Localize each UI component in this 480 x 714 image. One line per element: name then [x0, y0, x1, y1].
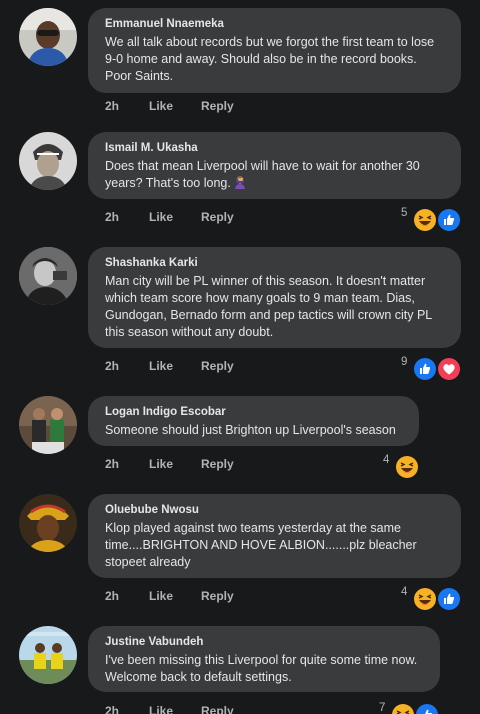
- comment-timestamp[interactable]: 2h: [105, 210, 119, 224]
- comment-text-content: Does that mean Liverpool will have to wa…: [105, 159, 424, 190]
- like-button[interactable]: Like: [149, 359, 173, 373]
- comment-feed: Emmanuel Nnaemeka We all talk about reco…: [0, 0, 480, 714]
- comment-author[interactable]: Justine Vabundeh: [105, 635, 423, 650]
- avatar[interactable]: [19, 8, 77, 66]
- avatar[interactable]: [19, 626, 77, 684]
- reply-button[interactable]: Reply: [201, 457, 234, 471]
- comment-timestamp[interactable]: 2h: [105, 359, 119, 373]
- comment-timestamp[interactable]: 2h: [105, 99, 119, 113]
- reaction-summary[interactable]: 4: [400, 586, 464, 612]
- comment-timestamp[interactable]: 2h: [105, 457, 119, 471]
- comment-bubble: Shashanka Karki Man city will be PL winn…: [88, 247, 461, 348]
- comment-item: Emmanuel Nnaemeka We all talk about reco…: [0, 8, 480, 120]
- reply-button[interactable]: Reply: [201, 359, 234, 373]
- comment-author[interactable]: Ismail M. Ukasha: [105, 141, 444, 156]
- comment-bubble: Ismail M. Ukasha Does that mean Liverpoo…: [88, 132, 461, 199]
- comment-text: Does that mean Liverpool will have to wa…: [105, 158, 444, 192]
- reaction-summary[interactable]: 9: [400, 356, 464, 382]
- comment-author[interactable]: Oluebube Nwosu: [105, 503, 444, 518]
- haha-reaction-icon: [413, 587, 437, 611]
- comment-bubble: Oluebube Nwosu Klop played against two t…: [88, 494, 461, 578]
- comment-item: Justine Vabundeh I've been missing this …: [0, 626, 480, 714]
- like-button[interactable]: Like: [149, 704, 173, 714]
- reaction-summary[interactable]: 7: [378, 702, 442, 714]
- avatar[interactable]: [19, 494, 77, 552]
- comment-text: Klop played against two teams yesterday …: [105, 521, 421, 569]
- woman-facepalming-emoji-icon: [234, 176, 245, 189]
- comment-author[interactable]: Emmanuel Nnaemeka: [105, 17, 444, 32]
- like-button[interactable]: Like: [149, 99, 173, 113]
- reply-button[interactable]: Reply: [201, 99, 234, 113]
- comment-item: Ismail M. Ukasha Does that mean Liverpoo…: [0, 132, 480, 232]
- reaction-count: 4: [401, 586, 408, 598]
- reply-button[interactable]: Reply: [201, 589, 234, 603]
- reaction-summary[interactable]: 4: [382, 454, 422, 480]
- like-button[interactable]: Like: [149, 457, 173, 471]
- avatar[interactable]: [19, 247, 77, 305]
- like-reaction-icon: [415, 703, 439, 714]
- comment-author[interactable]: Shashanka Karki: [105, 256, 444, 271]
- reply-button[interactable]: Reply: [201, 210, 234, 224]
- like-reaction-icon: [437, 208, 461, 232]
- comment-text: We all talk about records but we forgot …: [105, 35, 438, 83]
- comment-bubble: Logan Indigo Escobar Someone should just…: [88, 396, 419, 446]
- comment-item: Shashanka Karki Man city will be PL winn…: [0, 247, 480, 382]
- reaction-count: 9: [401, 356, 408, 368]
- comment-item: Oluebube Nwosu Klop played against two t…: [0, 494, 480, 614]
- haha-reaction-icon: [391, 703, 415, 714]
- like-button[interactable]: Like: [149, 210, 173, 224]
- avatar[interactable]: [19, 132, 77, 190]
- comment-text: Someone should just Brighton up Liverpoo…: [105, 423, 396, 437]
- haha-reaction-icon: [395, 455, 419, 479]
- comment-bubble: Emmanuel Nnaemeka We all talk about reco…: [88, 8, 461, 93]
- comment-bubble: Justine Vabundeh I've been missing this …: [88, 626, 440, 692]
- like-reaction-icon: [437, 587, 461, 611]
- love-reaction-icon: [437, 357, 461, 381]
- like-reaction-icon: [413, 357, 437, 381]
- comment-text: Man city will be PL winner of this seaso…: [105, 274, 436, 339]
- reply-button[interactable]: Reply: [201, 704, 234, 714]
- reaction-count: 4: [383, 454, 390, 466]
- reaction-count: 5: [401, 207, 408, 219]
- comment-timestamp[interactable]: 2h: [105, 589, 119, 603]
- haha-reaction-icon: [413, 208, 437, 232]
- comment-item: Logan Indigo Escobar Someone should just…: [0, 396, 480, 479]
- avatar[interactable]: [19, 396, 77, 454]
- comment-author[interactable]: Logan Indigo Escobar: [105, 405, 402, 420]
- reaction-count: 7: [379, 702, 386, 714]
- comment-text: I've been missing this Liverpool for qui…: [105, 653, 421, 684]
- comment-timestamp[interactable]: 2h: [105, 704, 119, 714]
- like-button[interactable]: Like: [149, 589, 173, 603]
- reaction-summary[interactable]: 5: [400, 207, 464, 233]
